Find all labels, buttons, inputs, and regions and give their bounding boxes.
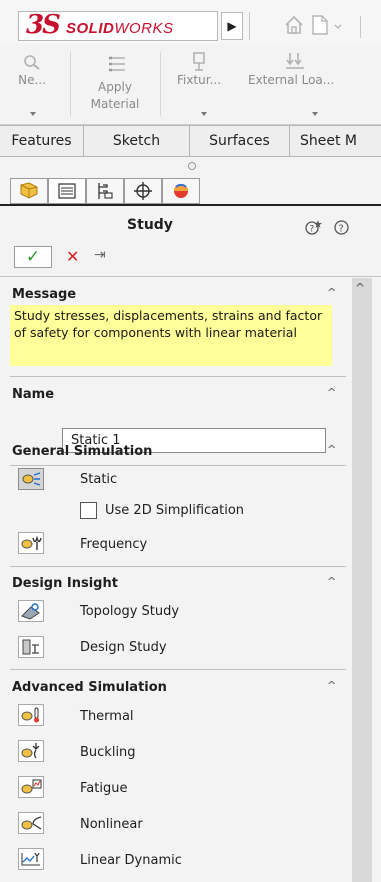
linear-dynamic-study-label[interactable]: Linear Dynamic (80, 853, 182, 868)
frequency-study-label[interactable]: Frequency (80, 537, 147, 552)
frequency-study-button[interactable] (18, 532, 44, 554)
nonlinear-study-button[interactable] (18, 812, 44, 834)
feature-manager-icon (20, 182, 38, 199)
new-study-label[interactable]: Ne... (4, 73, 60, 87)
apply-material-icon[interactable] (106, 53, 128, 75)
section-divider (10, 566, 346, 567)
new-document-icon[interactable] (310, 14, 330, 36)
fixtures-label[interactable]: Fixtur... (170, 73, 228, 87)
static-study-icon (22, 472, 41, 486)
nonlinear-study-label[interactable]: Nonlinear (80, 817, 143, 832)
tab-feature-manager[interactable] (10, 178, 48, 204)
general-simulation-section-title: General Simulation (12, 444, 153, 459)
help-icon[interactable]: ? (333, 219, 350, 236)
header-divider (0, 276, 381, 277)
frequency-study-icon (21, 535, 42, 550)
general-simulation-collapse-button[interactable]: ^ (327, 443, 336, 456)
thermal-study-label[interactable]: Thermal (80, 709, 134, 724)
apply-material-label[interactable]: Apply (80, 80, 150, 94)
svg-text:?: ? (310, 225, 315, 235)
keep-visible-pin-button[interactable]: ⇥ (94, 247, 106, 263)
configuration-manager-icon (98, 183, 113, 199)
advanced-simulation-collapse-button[interactable]: ^ (327, 679, 336, 692)
tab-dimxpert-manager[interactable] (124, 178, 162, 204)
thermal-study-button[interactable] (18, 704, 44, 726)
fixture-icon[interactable] (189, 51, 209, 73)
property-manager-icon (58, 183, 76, 199)
buckling-study-label[interactable]: Buckling (80, 745, 136, 760)
tab-configuration-manager[interactable] (86, 178, 124, 204)
tab-display-manager[interactable] (162, 178, 200, 204)
fatigue-study-icon (21, 779, 42, 794)
home-icon[interactable] (283, 14, 305, 36)
linear-dynamic-study-icon (21, 852, 40, 866)
tab-surfaces[interactable]: Surfaces (190, 126, 290, 156)
chevron-down-icon[interactable] (201, 112, 207, 116)
command-manager-tabs: Features Sketch Surfaces Sheet M (0, 125, 381, 157)
titlebar-divider (249, 12, 250, 40)
message-collapse-button[interactable]: ^ (327, 286, 336, 299)
design-study-label[interactable]: Design Study (80, 640, 167, 655)
titlebar-divider-2 (360, 16, 361, 38)
design-study-icon (22, 639, 39, 655)
ribbon-divider (160, 52, 161, 116)
appearance-sphere-icon (174, 183, 188, 198)
panel-grip-handle[interactable] (188, 162, 196, 170)
chevron-down-icon[interactable] (312, 112, 318, 116)
use-2d-simplification-label[interactable]: Use 2D Simplification (105, 503, 244, 518)
linear-dynamic-study-button[interactable] (18, 848, 44, 870)
cancel-button[interactable]: ✕ (66, 247, 79, 266)
topology-study-button[interactable] (18, 600, 44, 622)
static-study-button[interactable] (18, 468, 44, 490)
new-study-icon[interactable] (22, 53, 44, 71)
ok-button[interactable]: ✓ (14, 246, 52, 268)
design-study-button[interactable] (18, 636, 44, 658)
name-collapse-button[interactable]: ^ (327, 386, 336, 399)
apply-material-label-2[interactable]: Material (80, 97, 150, 111)
solidworks-wordmark: SOLIDWORKS (66, 20, 174, 37)
tab-property-manager[interactable] (48, 178, 86, 204)
whats-new-icon[interactable]: ? (303, 218, 323, 236)
thermal-study-icon (21, 707, 39, 723)
name-section-title: Name (12, 387, 55, 402)
use-2d-simplification-checkbox[interactable] (80, 502, 97, 519)
manager-tab-underline (0, 204, 381, 206)
tab-features[interactable]: Features (0, 126, 84, 156)
message-section-title: Message (12, 287, 77, 302)
new-dropdown-icon[interactable] (334, 24, 342, 30)
topology-study-label[interactable]: Topology Study (80, 604, 179, 619)
fatigue-study-label[interactable]: Fatigue (80, 781, 127, 796)
fatigue-study-button[interactable] (18, 776, 44, 798)
section-divider (10, 465, 346, 466)
nonlinear-study-icon (21, 816, 42, 830)
external-loads-label[interactable]: External Loa... (232, 73, 381, 87)
static-study-label[interactable]: Static (80, 472, 117, 487)
vertical-scrollbar[interactable] (352, 278, 372, 882)
ribbon-divider (70, 52, 71, 116)
section-divider (10, 669, 346, 670)
section-divider (10, 376, 346, 377)
scroll-up-arrow[interactable]: ^ (355, 281, 365, 295)
buckling-study-icon (21, 743, 40, 759)
topology-study-icon (21, 603, 40, 620)
advanced-simulation-section-title: Advanced Simulation (12, 680, 167, 695)
svg-text:?: ? (339, 224, 344, 235)
message-text: Study stresses, displacements, strains a… (10, 305, 332, 366)
external-load-icon[interactable] (284, 51, 306, 73)
buckling-study-button[interactable] (18, 740, 44, 762)
design-insight-collapse-button[interactable]: ^ (327, 575, 336, 588)
ds-logo-mark: 3S (26, 10, 61, 40)
expand-menu-button[interactable]: ▶ (221, 12, 243, 40)
property-manager-title: Study (127, 217, 173, 233)
design-insight-section-title: Design Insight (12, 576, 118, 591)
tab-sheet-metal[interactable]: Sheet M (290, 126, 381, 156)
tab-sketch[interactable]: Sketch (84, 126, 190, 156)
crosshair-icon (134, 182, 152, 200)
chevron-down-icon[interactable] (30, 112, 36, 116)
